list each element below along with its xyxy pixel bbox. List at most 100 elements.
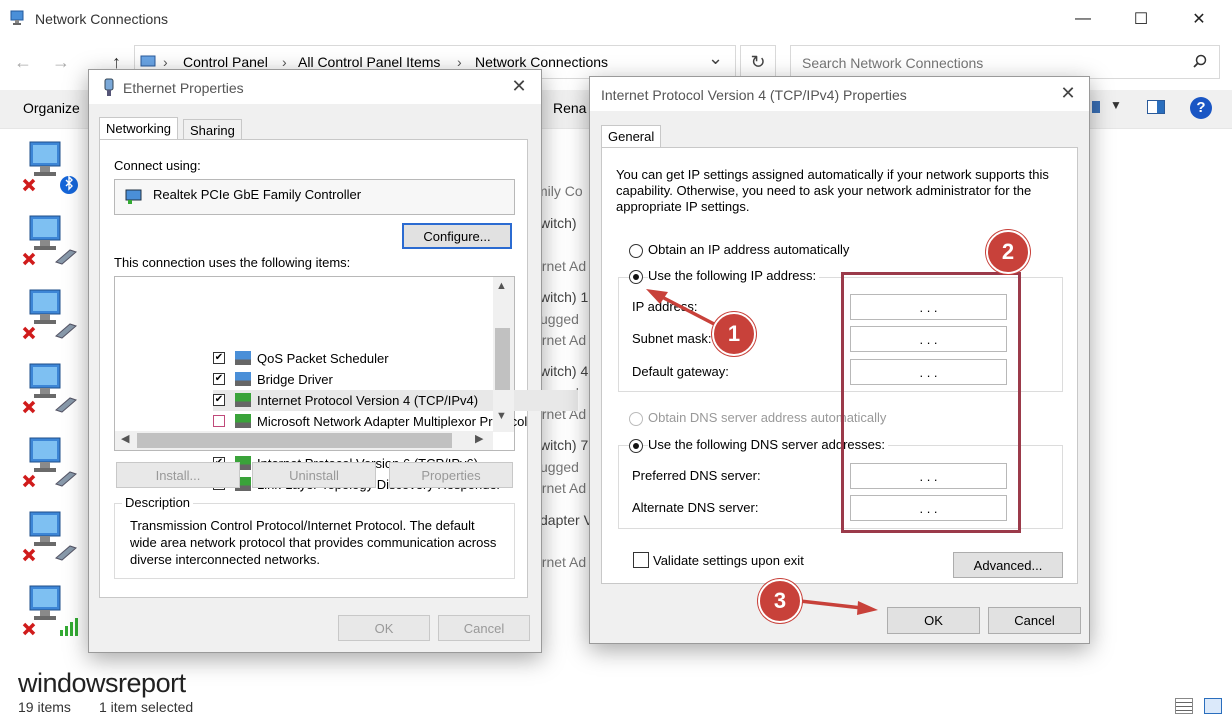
network-connection-icon[interactable] xyxy=(20,140,78,194)
ip-address-label: IP address: xyxy=(632,299,698,314)
rename-command[interactable]: Rena xyxy=(553,100,586,116)
annotation-badge-3: 3 xyxy=(758,579,802,623)
item-label: QoS Packet Scheduler xyxy=(257,351,389,366)
network-folder-icon xyxy=(10,10,24,25)
close-icon: ✕ xyxy=(1060,83,1076,103)
dialog-title: Internet Protocol Version 4 (TCP/IPv4) P… xyxy=(601,87,907,103)
bg-column-text: dapter V xyxy=(540,512,593,528)
use-ip-radio[interactable] xyxy=(629,270,643,284)
status-selection: 1 item selected xyxy=(99,699,194,715)
scroll-left-icon[interactable]: ◀ xyxy=(121,432,129,445)
search-icon xyxy=(1193,54,1207,68)
obtain-dns-radio[interactable] xyxy=(629,412,643,426)
install-button[interactable]: Install... xyxy=(116,462,240,488)
annotation-badge-2: 2 xyxy=(986,230,1030,274)
address-dropdown[interactable]: ⌄ xyxy=(708,48,723,69)
uninstall-button[interactable]: Uninstall xyxy=(252,462,376,488)
highlight-box xyxy=(841,272,1021,533)
breadcrumb-separator: › xyxy=(282,54,287,70)
advanced-button[interactable]: Advanced... xyxy=(953,552,1063,578)
watermark-logo: windowsreport xyxy=(18,668,186,698)
item-label: Internet Protocol Version 4 (TCP/IPv4) xyxy=(257,393,479,408)
list-item[interactable]: ✔ QoS Packet Scheduler xyxy=(213,348,578,369)
refresh-button[interactable]: ↻ xyxy=(740,45,776,79)
view-dropdown-icon[interactable]: ▼ xyxy=(1110,98,1122,112)
item-checkbox[interactable]: ✔ xyxy=(213,394,225,406)
breadcrumb-network-connections[interactable]: Network Connections xyxy=(475,54,608,70)
breadcrumb-separator: › xyxy=(457,54,462,70)
connect-using-label: Connect using: xyxy=(114,158,201,173)
item-checkbox[interactable] xyxy=(213,415,225,427)
scroll-right-icon[interactable]: ▶ xyxy=(475,432,483,445)
network-connection-icon[interactable] xyxy=(20,436,78,490)
bg-column-text: witch) xyxy=(540,215,577,231)
close-dialog-button[interactable]: ✕ xyxy=(1055,83,1081,105)
network-connection-icon[interactable] xyxy=(20,584,78,638)
close-dialog-button[interactable]: ✕ xyxy=(506,76,532,98)
bg-column-text: witch) 1 xyxy=(540,289,589,305)
list-item[interactable]: Microsoft Network Adapter Multiplexor Pr… xyxy=(213,411,578,432)
service-icon xyxy=(235,372,251,386)
ok-button[interactable]: OK xyxy=(887,607,980,634)
scroll-up-icon[interactable]: ▲ xyxy=(496,280,507,292)
intro-text: You can get IP settings assigned automat… xyxy=(616,167,1049,214)
ok-button[interactable]: OK xyxy=(338,615,430,641)
cancel-button[interactable]: Cancel xyxy=(438,615,530,641)
organize-menu[interactable]: Organize xyxy=(23,100,80,116)
use-ip-label: Use the following IP address: xyxy=(648,268,820,283)
protocol-icon xyxy=(235,393,251,407)
item-checkbox[interactable]: ✔ xyxy=(213,352,225,364)
network-connection-icon[interactable] xyxy=(20,214,78,268)
forward-button[interactable]: → xyxy=(52,52,70,73)
bg-column-text: ugged xyxy=(540,311,579,327)
service-icon xyxy=(235,351,251,365)
default-gateway-label: Default gateway: xyxy=(632,364,729,379)
breadcrumb-separator: › xyxy=(163,54,168,70)
help-icon[interactable]: ? xyxy=(1190,97,1212,119)
network-connection-icon[interactable] xyxy=(20,510,78,564)
tab-general[interactable]: General xyxy=(601,125,662,147)
network-connection-icon[interactable] xyxy=(20,288,78,342)
obtain-ip-radio[interactable] xyxy=(629,244,643,258)
validate-label: Validate settings upon exit xyxy=(653,553,804,568)
details-view-icon[interactable] xyxy=(1175,698,1193,714)
use-dns-radio[interactable] xyxy=(629,439,643,453)
large-icons-view-icon[interactable] xyxy=(1204,698,1222,714)
window-title: Network Connections xyxy=(35,11,169,27)
back-button[interactable]: ← xyxy=(14,52,32,73)
close-icon: ✕ xyxy=(1192,11,1206,28)
view-options-icon[interactable] xyxy=(1092,101,1100,113)
preview-pane-icon[interactable] xyxy=(1147,100,1165,114)
tab-networking[interactable]: Networking xyxy=(99,117,179,139)
breadcrumb-control-panel[interactable]: Control Panel xyxy=(183,54,268,70)
network-connection-icon[interactable] xyxy=(20,362,78,416)
ethernet-adapter-icon xyxy=(104,78,114,96)
alternate-dns-label: Alternate DNS server: xyxy=(632,500,759,515)
bg-column-text: mily Co xyxy=(536,183,583,199)
forward-arrow-icon: → xyxy=(52,52,70,72)
adapter-name: Realtek PCIe GbE Family Controller xyxy=(153,187,362,202)
list-item[interactable]: ✔ Bridge Driver xyxy=(213,369,578,390)
item-checkbox[interactable]: ✔ xyxy=(213,373,225,385)
search-input[interactable] xyxy=(800,51,1184,75)
list-scroll-thumb[interactable] xyxy=(495,328,510,390)
validate-checkbox[interactable] xyxy=(633,552,649,568)
item-label: Bridge Driver xyxy=(257,372,333,387)
maximize-icon: ☐ xyxy=(1133,11,1149,28)
list-item[interactable]: ✔ Internet Protocol Version 4 (TCP/IPv4) xyxy=(213,390,578,411)
item-label: Microsoft Network Adapter Multiplexor Pr… xyxy=(257,414,528,429)
scroll-down-icon[interactable]: ▼ xyxy=(496,410,507,422)
properties-button[interactable]: Properties xyxy=(389,462,513,488)
close-window-button[interactable]: ✕ xyxy=(1176,4,1222,34)
breadcrumb-all-items[interactable]: All Control Panel Items xyxy=(298,54,440,70)
close-icon: ✕ xyxy=(511,76,527,96)
maximize-button[interactable]: ☐ xyxy=(1118,4,1164,34)
configure-button[interactable]: Configure... xyxy=(402,223,512,249)
protocol-icon xyxy=(235,414,251,428)
cancel-button[interactable]: Cancel xyxy=(988,607,1081,634)
preferred-dns-label: Preferred DNS server: xyxy=(632,468,761,483)
annotation-badge-1: 1 xyxy=(712,312,756,356)
tab-sharing[interactable]: Sharing xyxy=(183,119,242,141)
minimize-button[interactable]: — xyxy=(1060,4,1106,34)
list-hscroll-thumb[interactable] xyxy=(137,433,452,448)
